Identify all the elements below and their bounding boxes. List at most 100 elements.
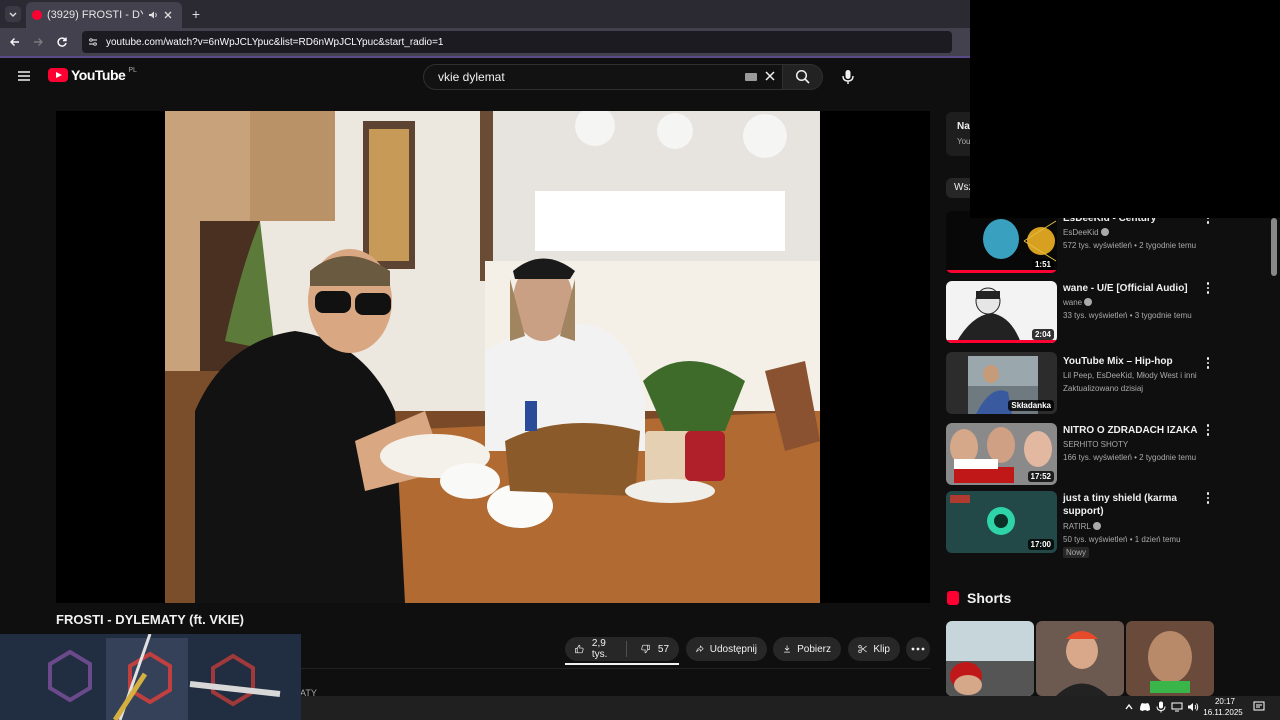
watch-progress-bar [946, 340, 1057, 343]
like-dislike-group: 2,9 tys. 57 [565, 637, 679, 661]
tray-overflow-chevron-icon[interactable] [1122, 700, 1136, 714]
close-tab-icon[interactable] [163, 10, 173, 20]
dislike-count[interactable]: 57 [658, 644, 669, 655]
video-thumbnail[interactable]: 17:52 [946, 423, 1057, 485]
notifications-icon[interactable] [1252, 700, 1266, 714]
verified-badge-icon [1084, 298, 1093, 306]
video-duration: 17:52 [1027, 471, 1054, 482]
channel-name[interactable]: wane [1063, 298, 1082, 307]
clock-time[interactable]: 20:17 [1205, 697, 1245, 706]
video-duration: 1:51 [1031, 259, 1054, 270]
recommendation-meta: 50 tys. wyświetleń • 1 dzień temu [1063, 535, 1181, 544]
watch-progress-bar [946, 270, 1057, 273]
volume-icon[interactable] [1186, 700, 1200, 714]
share-button[interactable]: Udostępnij [686, 637, 767, 661]
recommendation-meta: 33 tys. wyświetleń • 3 tygodnie temu [1063, 311, 1192, 320]
more-vertical-icon[interactable] [1202, 356, 1214, 370]
notice-subtitle: You [957, 137, 971, 146]
scissors-icon [858, 645, 867, 653]
recommendation-title[interactable]: just a tiny shield (karma support) [1063, 492, 1213, 518]
more-vertical-icon[interactable] [1202, 281, 1214, 295]
recommendation-title[interactable]: wane - U/E [Official Audio] [1063, 282, 1213, 295]
shorts-logo-icon [947, 591, 959, 605]
short-thumbnail[interactable] [1126, 621, 1214, 696]
url-text: youtube.com/watch?v=6nWpJCLYpuc&list=RD6… [106, 36, 444, 48]
recommendation-item[interactable]: 17:52 NITRO O ZDRADACH IZAKA SERHITO SHO… [946, 423, 1266, 487]
recommendation-item[interactable]: 1:51 EsDeeKid - Century EsDeeKid 572 tys… [946, 211, 1266, 275]
youtube-logo[interactable]: YouTube PL [48, 67, 137, 83]
search-input[interactable]: vkie dylemat [423, 64, 783, 90]
video-duration: 17:00 [1027, 539, 1054, 550]
short-thumbnail[interactable] [946, 621, 1034, 696]
keyboard-icon[interactable] [745, 73, 757, 81]
forward-arrow-icon[interactable] [30, 34, 46, 50]
video-title: FROSTI - DYLEMATY (ft. VKIE) [56, 612, 245, 627]
notice-title: Na [957, 121, 970, 132]
clear-search-icon[interactable] [763, 69, 777, 83]
back-arrow-icon[interactable] [7, 34, 23, 50]
discord-icon[interactable] [1138, 700, 1152, 714]
microphone-icon[interactable] [1154, 700, 1168, 714]
clock-date[interactable]: 16.11.2025 [1201, 708, 1245, 717]
recommendation-channel[interactable]: EsDeeKid [1063, 227, 1109, 239]
address-bar[interactable]: youtube.com/watch?v=6nWpJCLYpuc&list=RD6… [82, 31, 952, 53]
recommendation-channel[interactable]: wane [1063, 297, 1093, 309]
more-vertical-icon[interactable] [1202, 423, 1214, 437]
recommendation-item[interactable]: 2:04 wane - U/E [Official Audio] wane 33… [946, 281, 1266, 345]
clip-button[interactable]: Klip [848, 637, 900, 661]
search-icon [795, 69, 810, 84]
video-thumbnail[interactable]: 17:00 [946, 491, 1057, 553]
like-active-indicator [565, 663, 679, 665]
recommendation-channel[interactable]: RATIRL [1063, 521, 1101, 533]
share-label: Udostępnij [709, 643, 757, 655]
speaker-icon[interactable] [148, 10, 158, 20]
reload-icon[interactable] [54, 34, 70, 50]
guide-menu-icon[interactable] [14, 66, 34, 86]
more-actions-button[interactable] [906, 637, 930, 661]
verified-badge-icon [1100, 228, 1109, 236]
mix-label: Składanka [1008, 400, 1054, 411]
browser-tab-active[interactable]: (3929) FROSTI - DYLEMATY [26, 2, 182, 28]
video-frame-image[interactable] [165, 111, 820, 603]
download-icon [784, 645, 790, 653]
blank-overlay-region [970, 0, 1280, 218]
channel-name[interactable]: EsDeeKid [1063, 228, 1099, 237]
recommendation-title[interactable]: NITRO O ZDRADACH IZAKA [1063, 424, 1213, 437]
youtube-favicon-icon [32, 10, 42, 20]
more-vertical-icon[interactable] [1202, 491, 1214, 505]
recommendation-item[interactable]: 17:00 just a tiny shield (karma support)… [946, 491, 1266, 558]
video-thumbnail[interactable]: 1:51 [946, 211, 1057, 273]
voice-search-mic-icon[interactable] [836, 64, 860, 90]
mix-thumbnail[interactable]: Składanka [946, 352, 1057, 414]
video-thumbnail[interactable]: 2:04 [946, 281, 1057, 343]
toolbar-divider [0, 56, 970, 58]
recommendation-channel[interactable]: SERHITO SHOTY [1063, 439, 1128, 451]
search-input-value: vkie dylemat [438, 70, 505, 84]
site-info-icon[interactable] [88, 37, 98, 47]
like-count[interactable]: 2,9 tys. [592, 638, 612, 660]
recommendation-meta: 166 tys. wyświetleń • 2 tygodnie temu [1063, 453, 1197, 462]
channel-name[interactable]: RATIRL [1063, 522, 1091, 531]
new-badge: Nowy [1063, 547, 1090, 558]
new-tab-button[interactable]: + [188, 6, 204, 22]
recommendation-item[interactable]: Składanka YouTube Mix – Hip-hop Lil Peep… [946, 352, 1266, 416]
logo-country-code: PL [128, 66, 137, 74]
more-horizontal-icon [911, 647, 925, 651]
like-divider [626, 641, 627, 657]
network-icon[interactable] [1170, 700, 1184, 714]
game-overlay-window [0, 634, 301, 720]
search-button[interactable] [783, 64, 823, 90]
like-icon[interactable] [575, 642, 584, 656]
dislike-icon[interactable] [641, 642, 650, 656]
recommendation-title[interactable]: YouTube Mix – Hip-hop [1063, 355, 1213, 368]
short-thumbnail[interactable] [1036, 621, 1124, 696]
share-icon [696, 645, 704, 653]
download-label: Pobierz [797, 643, 831, 655]
logo-text: YouTube [71, 67, 126, 83]
mix-updated: Zaktualizowano dzisiaj [1063, 384, 1144, 393]
sidebar-scrollbar[interactable] [1271, 218, 1277, 276]
recommendation-meta: 572 tys. wyświetleń • 2 tygodnie temu [1063, 241, 1197, 250]
tab-list-chevron-icon[interactable] [5, 6, 21, 22]
mix-artists: Lil Peep, EsDeeKid, Młody West i inni [1063, 371, 1197, 380]
download-button[interactable]: Pobierz [773, 637, 841, 661]
